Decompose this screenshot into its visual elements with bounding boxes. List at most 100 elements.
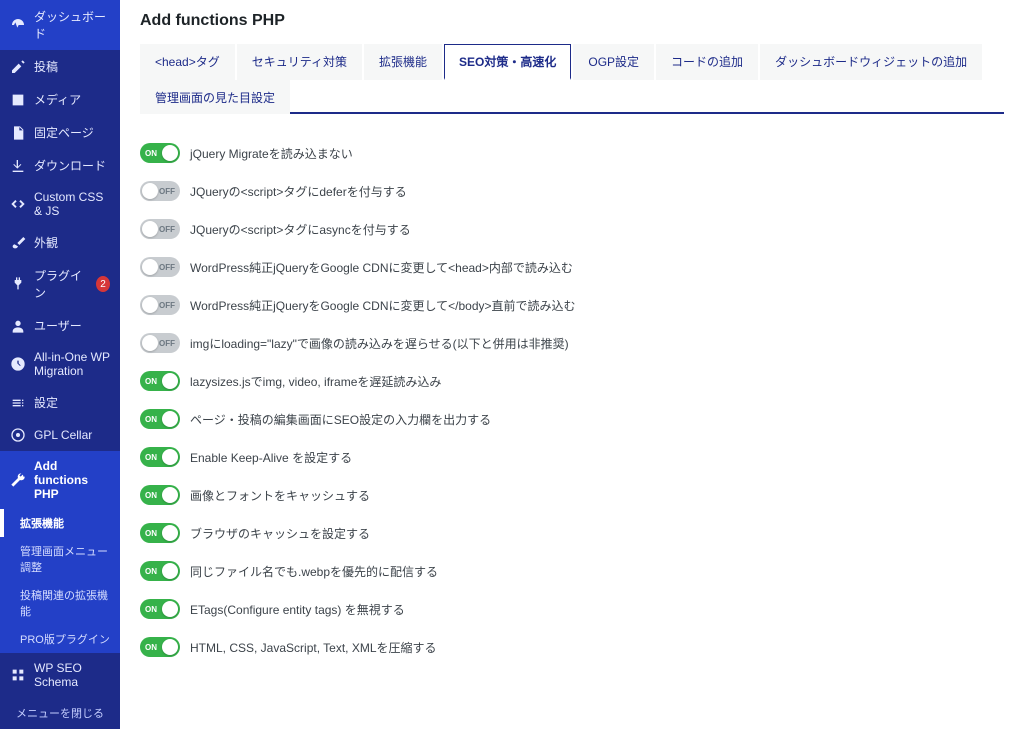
- sidebar-item-migrate[interactable]: All-in-One WP Migration: [0, 342, 120, 386]
- toggle-switch[interactable]: ON: [140, 143, 180, 163]
- tab[interactable]: 管理画面の見た目設定: [140, 80, 290, 114]
- setting-row: OFFJQueryの<script>タグにasyncを付与する: [140, 210, 1004, 248]
- setting-label: WordPress純正jQueryをGoogle CDNに変更して</body>…: [190, 297, 576, 314]
- media-icon: [10, 92, 26, 108]
- brush-icon: [10, 235, 26, 251]
- sidebar-item-label: GPL Cellar: [34, 428, 92, 442]
- setting-row: ON jQuery Migrateを読み込まない: [140, 134, 1004, 172]
- gpl-icon: [10, 427, 26, 443]
- toggle-switch[interactable]: OFF: [140, 257, 180, 277]
- setting-row: ON ETags(Configure entity tags) を無視する: [140, 590, 1004, 628]
- sidebar-item-label: 投稿: [34, 58, 58, 75]
- setting-label: jQuery Migrateを読み込まない: [190, 145, 353, 162]
- edit-icon: [10, 59, 26, 75]
- collapse-menu[interactable]: メニューを閉じる: [0, 697, 120, 729]
- dashboard-icon: [10, 17, 26, 33]
- collapse-label: メニューを閉じる: [16, 705, 104, 721]
- update-badge: 2: [96, 276, 110, 292]
- tab[interactable]: 拡張機能: [364, 44, 442, 80]
- setting-label: lazysizes.jsでimg, video, iframeを遅延読み込み: [190, 373, 441, 390]
- setting-row: OFF imgにloading="lazy"で画像の読み込みを遅らせる(以下と併用…: [140, 324, 1004, 362]
- setting-label: WordPress純正jQueryをGoogle CDNに変更して<head>内…: [190, 259, 573, 276]
- sidebar-item-label: メディア: [34, 91, 81, 108]
- tab[interactable]: SEO対策・高速化: [444, 44, 571, 80]
- setting-label: Enable Keep-Alive を設定する: [190, 449, 352, 466]
- tab[interactable]: <head>タグ: [140, 44, 235, 80]
- setting-label: 画像とフォントをキャッシュする: [190, 487, 370, 504]
- sidebar-item-wrench[interactable]: Add functions PHP: [0, 451, 120, 509]
- toggle-switch[interactable]: ON: [140, 409, 180, 429]
- sidebar-item-schema[interactable]: WP SEO Schema: [0, 653, 120, 697]
- sidebar-item-label: ダウンロード: [34, 157, 106, 174]
- tab[interactable]: セキュリティ対策: [237, 44, 362, 80]
- sidebar-item-label: ダッシュボード: [34, 8, 110, 42]
- sidebar-item-label: Add functions PHP: [34, 459, 110, 501]
- sidebar-item-page[interactable]: 固定ページ: [0, 116, 120, 149]
- setting-row: OFF WordPress純正jQueryをGoogle CDNに変更して<hea…: [140, 248, 1004, 286]
- setting-label: ブラウザのキャッシュを設定する: [190, 525, 370, 542]
- toggle-switch[interactable]: ON: [140, 599, 180, 619]
- sidebar-item-label: Custom CSS & JS: [34, 190, 110, 218]
- main-content: Add functions PHP <head>タグセキュリティ対策拡張機能SE…: [120, 0, 1024, 729]
- submenu-item[interactable]: PRO版プラグイン: [0, 625, 120, 653]
- sidebar-item-settings[interactable]: 設定: [0, 386, 120, 419]
- sidebar-item-label: 外観: [34, 234, 58, 251]
- tab[interactable]: ダッシュボードウィジェットの追加: [760, 44, 982, 80]
- setting-label: imgにloading="lazy"で画像の読み込みを遅らせる(以下と併用は非推…: [190, 335, 569, 352]
- sidebar-item-label: 設定: [34, 394, 58, 411]
- setting-label: 同じファイル名でも.webpを優先的に配信する: [190, 563, 438, 580]
- wrench-icon: [10, 472, 26, 488]
- submenu: 拡張機能管理画面メニュー調整投稿関連の拡張機能PRO版プラグイン: [0, 509, 120, 653]
- plugin-icon: [10, 276, 26, 292]
- setting-row: ONページ・投稿の編集画面にSEO設定の入力欄を出力する: [140, 400, 1004, 438]
- tab[interactable]: OGP設定: [573, 44, 654, 80]
- sidebar-item-label: ユーザー: [34, 317, 82, 334]
- submenu-item[interactable]: 拡張機能: [0, 509, 120, 537]
- page-icon: [10, 125, 26, 141]
- toggle-switch[interactable]: ON: [140, 447, 180, 467]
- sidebar-item-gpl[interactable]: GPL Cellar: [0, 419, 120, 451]
- admin-sidebar: ダッシュボード投稿メディア固定ページダウンロード Custom CSS & JS 外…: [0, 0, 120, 729]
- setting-label: ETags(Configure entity tags) を無視する: [190, 601, 405, 618]
- sidebar-item-label: WP SEO Schema: [34, 661, 110, 689]
- setting-row: ON ブラウザのキャッシュを設定する: [140, 514, 1004, 552]
- sidebar-item-brush[interactable]: 外観: [0, 226, 120, 259]
- setting-row: ON lazysizes.jsでimg, video, iframeを遅延読み込み: [140, 362, 1004, 400]
- download-icon: [10, 158, 26, 174]
- user-icon: [10, 318, 26, 334]
- setting-label: JQueryの<script>タグにdeferを付与する: [190, 183, 407, 200]
- toggle-switch[interactable]: ON: [140, 637, 180, 657]
- submenu-item[interactable]: 管理画面メニュー調整: [0, 537, 120, 581]
- setting-row: ON HTML, CSS, JavaScript, Text, XMLを圧縮する: [140, 628, 1004, 666]
- sidebar-item-edit[interactable]: 投稿: [0, 50, 120, 83]
- sidebar-item-media[interactable]: メディア: [0, 83, 120, 116]
- toggle-switch[interactable]: OFF: [140, 219, 180, 239]
- code-icon: [10, 196, 26, 212]
- toggle-switch[interactable]: OFF: [140, 333, 180, 353]
- page-title: Add functions PHP: [140, 12, 1004, 30]
- sidebar-item-code[interactable]: Custom CSS & JS: [0, 182, 120, 226]
- sidebar-item-plugin[interactable]: プラグイン 2: [0, 259, 120, 309]
- toggle-switch[interactable]: OFF: [140, 295, 180, 315]
- setting-row: ON Enable Keep-Alive を設定する: [140, 438, 1004, 476]
- sidebar-item-dashboard[interactable]: ダッシュボード: [0, 0, 120, 50]
- schema-icon: [10, 667, 26, 683]
- setting-row: OFF JQueryの<script>タグにdeferを付与する: [140, 172, 1004, 210]
- sidebar-item-label: プラグイン: [34, 267, 86, 301]
- toggle-switch[interactable]: ON: [140, 523, 180, 543]
- tab[interactable]: コードの追加: [656, 44, 758, 80]
- settings-icon: [10, 395, 26, 411]
- toggle-switch[interactable]: ON: [140, 561, 180, 581]
- submenu-item[interactable]: 投稿関連の拡張機能: [0, 581, 120, 625]
- setting-label: HTML, CSS, JavaScript, Text, XMLを圧縮する: [190, 639, 437, 656]
- toggle-switch[interactable]: ON: [140, 371, 180, 391]
- sidebar-item-user[interactable]: ユーザー: [0, 309, 120, 342]
- sidebar-item-download[interactable]: ダウンロード: [0, 149, 120, 182]
- toggle-switch[interactable]: ON: [140, 485, 180, 505]
- setting-row: ON 同じファイル名でも.webpを優先的に配信する: [140, 552, 1004, 590]
- toggle-switch[interactable]: OFF: [140, 181, 180, 201]
- sidebar-item-label: 固定ページ: [34, 124, 94, 141]
- settings-list: ONjQuery Migrateを読み込まないOFFJQueryの<script…: [140, 134, 1004, 666]
- sidebar-item-label: All-in-One WP Migration: [34, 350, 110, 378]
- migrate-icon: [10, 356, 26, 372]
